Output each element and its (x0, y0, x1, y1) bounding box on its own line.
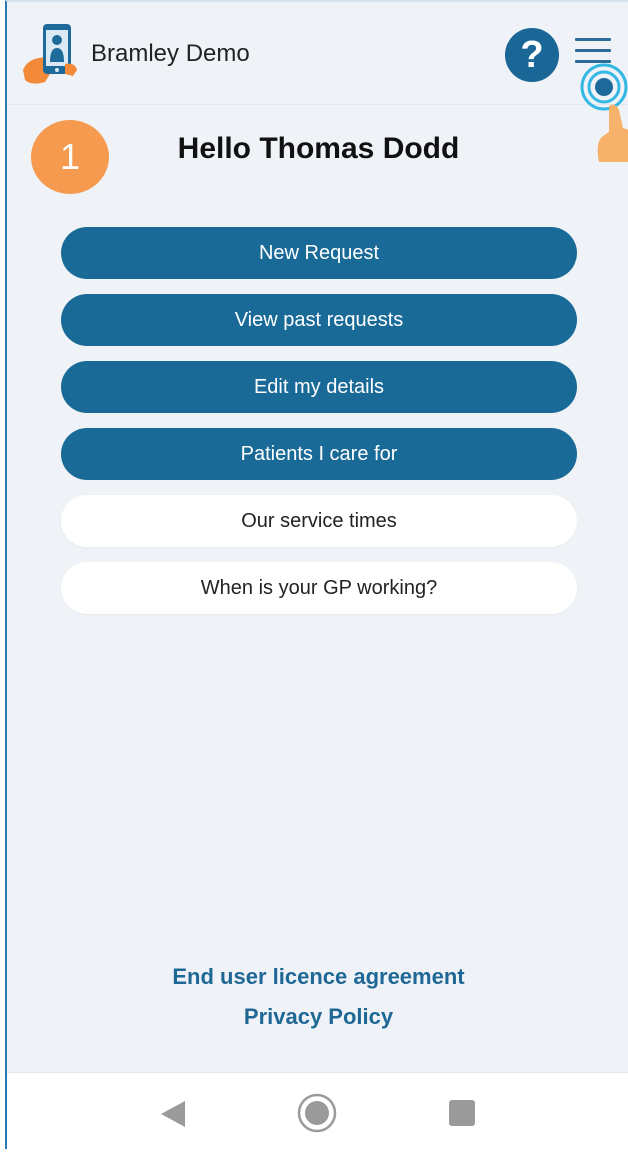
recent-apps-square-icon[interactable] (449, 1100, 475, 1126)
help-button[interactable]: ? (505, 28, 559, 82)
home-circle-icon[interactable] (297, 1093, 337, 1133)
android-nav-bar (7, 1072, 628, 1152)
gp-working-button[interactable]: When is your GP working? (61, 562, 577, 614)
phone-hand-logo-icon (23, 24, 77, 84)
new-request-button[interactable]: New Request (61, 227, 577, 279)
app-screen: Bramley Demo ? 1 Hello Thomas Dodd New R… (5, 0, 628, 1152)
app-header: Bramley Demo ? (7, 2, 628, 162)
patients-i-care-for-button[interactable]: Patients I care for (61, 428, 577, 480)
view-past-requests-button[interactable]: View past requests (61, 294, 577, 346)
back-triangle-icon[interactable] (159, 1099, 187, 1129)
service-times-button[interactable]: Our service times (61, 495, 577, 547)
app-title: Bramley Demo (91, 40, 250, 67)
greeting-heading: Hello Thomas Dodd (177, 132, 460, 165)
edit-my-details-button[interactable]: Edit my details (61, 361, 577, 413)
eula-link[interactable]: End user licence agreement (7, 964, 628, 990)
privacy-policy-link[interactable]: Privacy Policy (7, 1004, 628, 1030)
